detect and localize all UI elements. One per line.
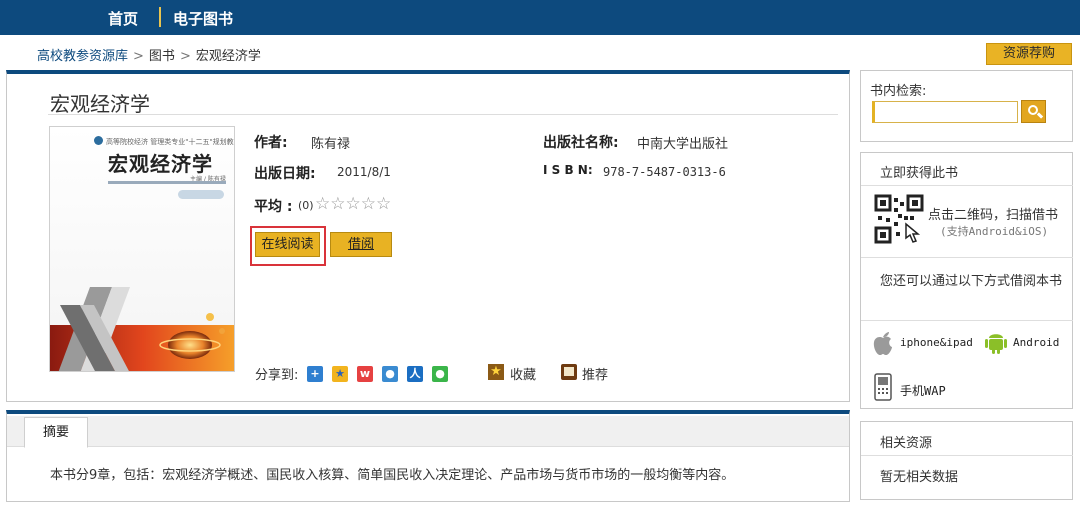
tencent-weibo-share-icon[interactable]: ● — [382, 366, 398, 382]
tab-summary[interactable]: 摘要 — [24, 417, 88, 448]
other-ways-divider — [861, 320, 1073, 321]
mobile-wap-link[interactable]: 手机WAP — [900, 382, 946, 399]
related-divider — [861, 455, 1073, 456]
recommend-icon[interactable] — [561, 364, 577, 380]
date-label: 出版日期: — [254, 166, 316, 182]
cover-graphic — [50, 287, 234, 371]
search-icon-handle — [1036, 112, 1044, 119]
favorite-star-icon[interactable]: ★ — [488, 364, 504, 380]
renren-share-icon[interactable]: 人 — [407, 366, 423, 382]
rating-count: (0) — [298, 199, 314, 212]
recommend-link[interactable]: 推荐 — [582, 364, 608, 383]
weibo-share-icon[interactable]: w — [357, 366, 373, 382]
breadcrumb-bar: 高校教参资源库 > 图书 > 宏观经济学 — [0, 35, 1080, 71]
isbn-value: 978-7-5487-0313-6 — [603, 165, 726, 179]
qr-instruction: 点击二维码，扫描借书 — [928, 208, 1059, 223]
related-empty-text: 暂无相关数据 — [880, 470, 959, 485]
share-more-icon[interactable]: + — [307, 366, 323, 382]
rating-stars[interactable]: ☆☆☆☆☆ — [315, 194, 391, 214]
get-book-title: 立即获得此书 — [880, 166, 959, 181]
cover-series-text: 高等院校经济 管理类专业"十二五"规划教材 — [106, 138, 235, 146]
cover-publisher-logo — [178, 190, 224, 199]
top-nav: 首页 电子图书 — [0, 0, 1080, 35]
resource-recommend-button[interactable]: 资源荐购 — [986, 43, 1072, 65]
breadcrumb-library[interactable]: 高校教参资源库 — [37, 49, 128, 64]
read-online-button[interactable]: 在线阅读 — [255, 232, 320, 257]
title-divider — [48, 114, 838, 115]
qr-support-note: (支持Android&iOS) — [940, 225, 1049, 238]
cover-logo-dot — [94, 136, 103, 145]
android-link[interactable]: Android — [1013, 336, 1059, 349]
breadcrumb: 高校教参资源库 > 图书 > 宏观经济学 — [37, 45, 261, 64]
summary-tab-strip — [7, 416, 849, 447]
get-book-divider — [861, 185, 1073, 186]
mobile-phone-icon[interactable] — [874, 373, 892, 401]
iphone-ipad-link[interactable]: iphone&ipad — [900, 336, 973, 349]
qr-code-icon[interactable] — [874, 194, 926, 246]
wechat-share-icon[interactable]: ● — [432, 366, 448, 382]
favorite-link[interactable]: 收藏 — [510, 364, 536, 383]
search-input[interactable] — [872, 101, 1018, 123]
apple-icon[interactable] — [872, 330, 894, 356]
borrow-button[interactable]: 借阅 — [330, 232, 392, 257]
book-title: 宏观经济学 — [50, 92, 150, 116]
publisher-label: 出版社名称: — [543, 135, 619, 151]
related-title: 相关资源 — [880, 436, 933, 451]
nav-ebook-link[interactable]: 电子图书 — [173, 8, 233, 29]
search-label: 书内检索: — [870, 84, 927, 99]
author-label: 作者: — [254, 135, 288, 151]
qzone-share-icon[interactable]: ★ — [332, 366, 348, 382]
rating-label: 平均 : — [254, 199, 293, 215]
date-value: 2011/8/1 — [337, 165, 391, 179]
cover-title: 宏观经济学 — [108, 152, 213, 176]
nav-home-link[interactable]: 首页 — [108, 8, 138, 29]
publisher-value: 中南大学出版社 — [637, 137, 729, 152]
cover-stripe — [108, 181, 226, 184]
other-ways-text: 您还可以通过以下方式借阅本书 — [880, 274, 1063, 289]
search-button[interactable] — [1021, 100, 1046, 123]
breadcrumb-current: 宏观经济学 — [195, 49, 261, 64]
breadcrumb-books[interactable]: 图书 — [149, 49, 175, 64]
author-value: 陈有禄 — [311, 137, 351, 152]
isbn-label: I S B N: — [543, 163, 593, 177]
breadcrumb-sep: > — [133, 49, 144, 64]
breadcrumb-sep: > — [179, 49, 191, 64]
nav-separator — [159, 7, 161, 27]
summary-text: 本书分9章，包括：宏观经济学概述、国民收入核算、简单国民收入决定理论、产品市场与… — [50, 468, 735, 483]
share-label: 分享到: — [255, 368, 299, 383]
qr-divider — [861, 257, 1073, 258]
android-icon[interactable] — [984, 329, 1008, 355]
book-cover: 高等院校经济 管理类专业"十二五"规划教材 宏观经济学 主编 / 陈有禄 — [49, 126, 235, 372]
